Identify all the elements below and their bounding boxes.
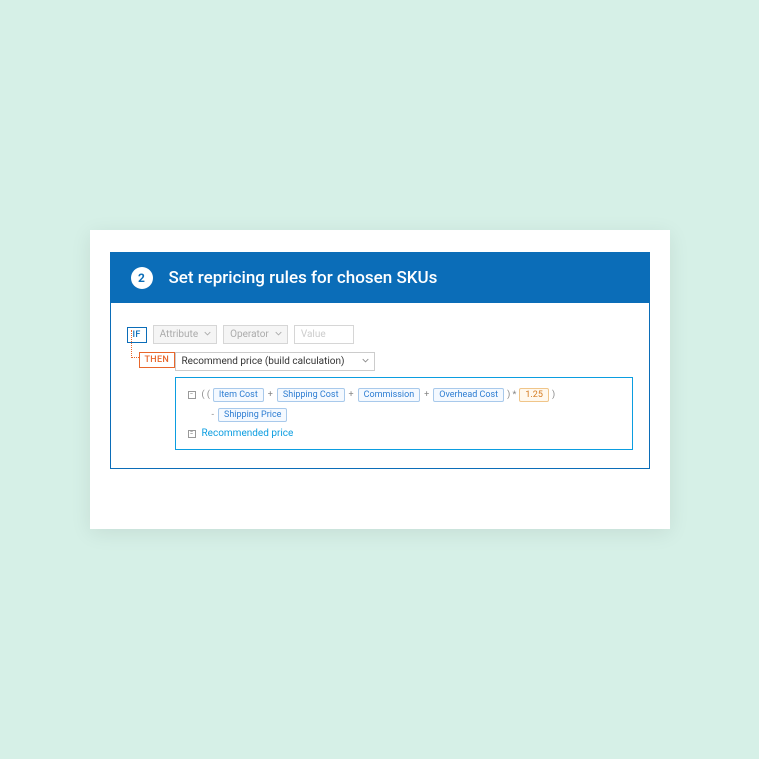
card-inner: 2 Set repricing rules for chosen SKUs IF… [90,230,670,529]
if-row: IF Attribute Operator Value [127,325,633,344]
calc-result-line: = Recommended price [188,428,622,439]
panel-header: 2 Set repricing rules for chosen SKUs [111,253,649,303]
calculation-box: − ( ( Item Cost + Shipping Cost + Commis… [175,377,633,450]
then-tag: THEN [139,352,176,368]
attribute-placeholder: Attribute [160,329,199,340]
chevron-down-icon [275,330,282,337]
panel-body: IF Attribute Operator Value [111,303,649,468]
chevron-down-icon [204,330,211,337]
chip-multiplier[interactable]: 1.25 [519,388,549,402]
operator-placeholder: Operator [230,329,269,340]
action-label: Recommend price (build calculation) [182,356,345,367]
connector-line [131,330,139,358]
plus-operator: + [348,390,355,400]
chip-shipping-price[interactable]: Shipping Price [218,408,287,422]
open-parens: ( ( [202,390,210,400]
panel-title: Set repricing rules for chosen SKUs [169,268,438,288]
plus-operator: + [423,390,430,400]
calc-line-1: − ( ( Item Cost + Shipping Cost + Commis… [188,388,622,402]
then-connector: THEN [127,352,169,368]
chip-item-cost[interactable]: Item Cost [213,388,264,402]
expand-icon[interactable]: = [188,430,196,438]
attribute-dropdown[interactable]: Attribute [153,325,218,344]
collapse-icon[interactable]: − [188,391,196,399]
calc-line-2: - Shipping Price [188,408,622,422]
step-number-badge: 2 [131,267,153,289]
chip-overhead-cost[interactable]: Overhead Cost [433,388,504,402]
rule-panel: 2 Set repricing rules for chosen SKUs IF… [110,252,650,469]
action-dropdown[interactable]: Recommend price (build calculation) [175,352,375,371]
close-paren-mult: ) * [507,390,516,400]
chip-commission[interactable]: Commission [358,388,421,402]
recommended-price-label[interactable]: Recommended price [202,428,294,439]
minus-operator: - [211,410,216,420]
then-row: THEN Recommend price (build calculation) [127,352,633,371]
operator-dropdown[interactable]: Operator [223,325,288,344]
value-input[interactable]: Value [294,325,354,344]
plus-operator: + [267,390,274,400]
close-paren: ) [552,390,555,400]
card: 2 Set repricing rules for chosen SKUs IF… [90,230,670,529]
chip-shipping-cost[interactable]: Shipping Cost [277,388,345,402]
then-content: Recommend price (build calculation) [175,352,375,371]
chevron-down-icon [362,357,369,364]
